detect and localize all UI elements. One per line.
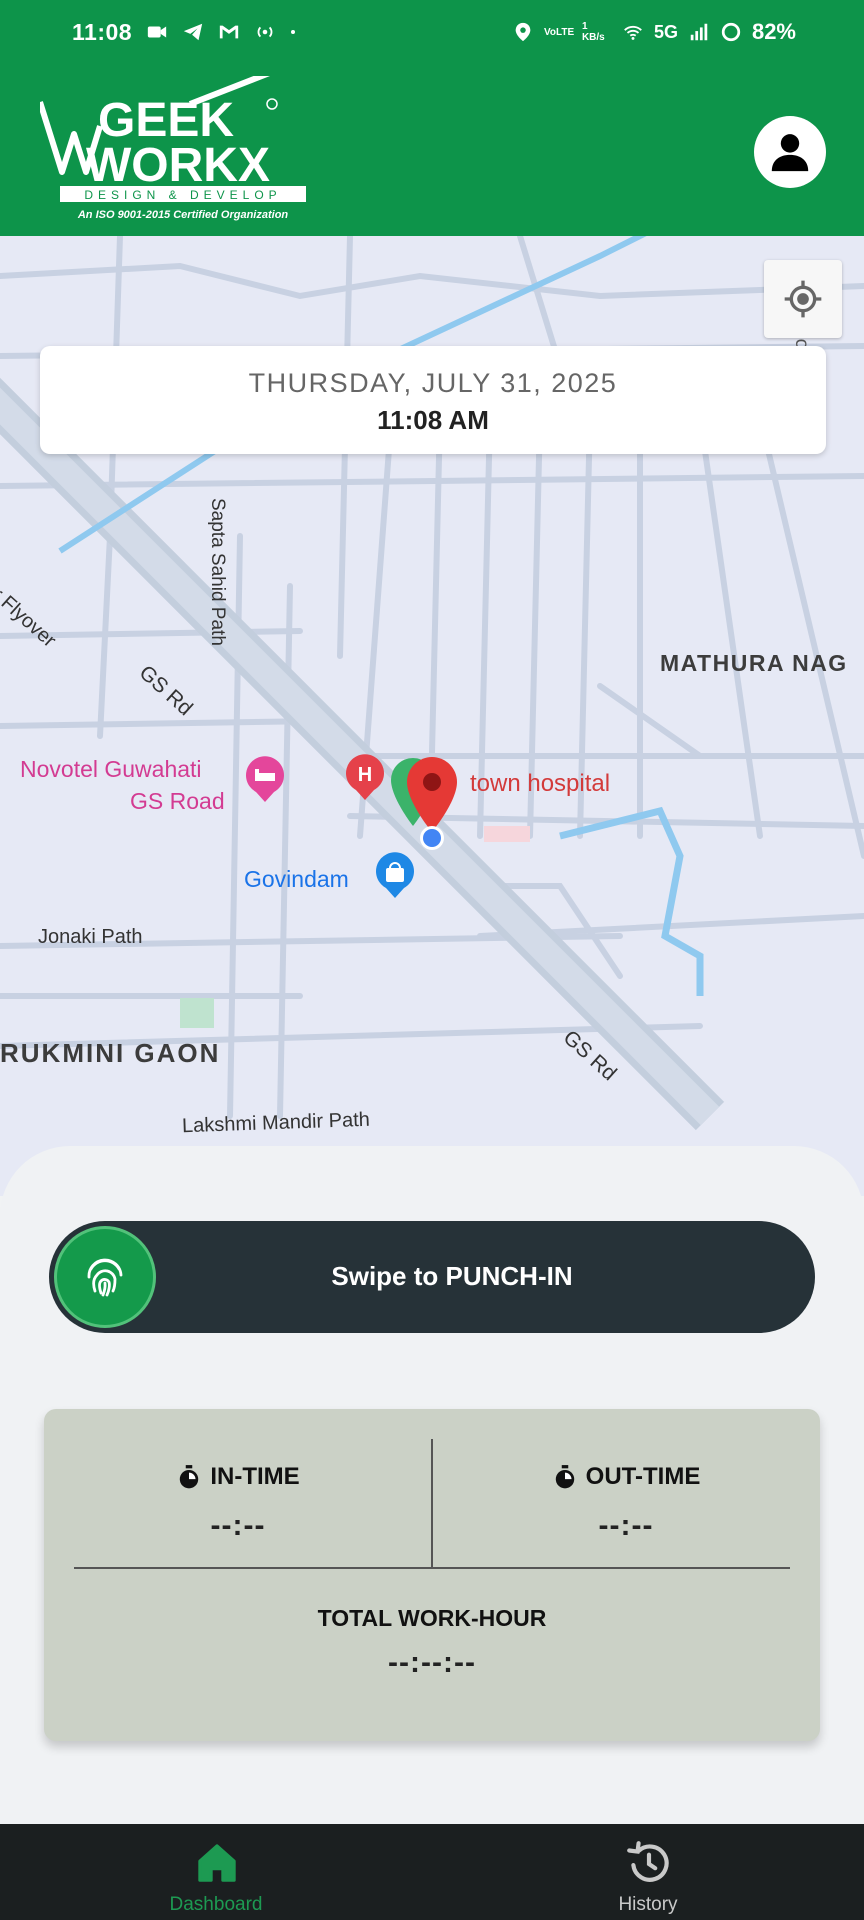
geekworkx-logo: GEEK WORKX DESIGN & DEVELOP An ISO 9001-… [40,76,306,221]
map-label-rukmini: RUKMINI GAON [0,1038,221,1068]
signal-bars-icon [690,23,708,41]
dot-icon [291,30,296,34]
wifi-signal-icon [624,26,642,40]
nav-history[interactable]: History [548,1824,748,1920]
total-work-value: --:--:-- [388,1646,476,1679]
logo-cert: An ISO 9001-2015 Certified Organization [77,209,289,221]
timer-icon [555,1465,574,1489]
telegram-icon [183,23,203,41]
hotel-marker-icon[interactable] [244,756,286,804]
map-label-novotel-1: Novotel Guwahati [20,756,202,782]
app-header: GEEK WORKX DESIGN & DEVELOP An ISO 9001-… [0,64,864,236]
battery-percent: 82% [751,19,796,44]
location-icon [515,22,531,42]
history-icon [627,1841,669,1882]
nav-dashboard[interactable]: Dashboard [116,1824,316,1920]
logo-line2: WORKX [86,139,270,192]
swipe-punch-in-slider[interactable]: Swipe to PUNCH-IN [49,1221,815,1333]
nav-history-label: History [618,1894,678,1915]
timer-icon [180,1465,199,1489]
map-label-mathura: MATHURA NAG [660,650,848,676]
crosshair-icon [784,280,822,318]
gmail-icon [219,25,239,39]
in-time-value: --:-- [210,1509,266,1542]
map-label-town-hospital: town hospital [470,770,611,797]
total-work-section: TOTAL WORK-HOUR --:--:-- [44,1605,820,1680]
current-date: THURSDAY, JULY 31, 2025 [248,368,618,398]
current-location-dot-icon [420,826,444,850]
out-time-label: OUT-TIME [585,1463,701,1490]
net-speed: 1 KB/s [581,21,605,43]
swipe-label: Swipe to PUNCH-IN [331,1261,573,1291]
map-label-govindam: Govindam [244,866,349,892]
svg-text:H: H [358,764,372,786]
logo-tagline: DESIGN & DEVELOP [84,188,281,202]
bottom-navigation: Dashboard History [0,1824,864,1920]
in-time-label: IN-TIME [210,1463,300,1490]
date-time-card: THURSDAY, JULY 31, 2025 11:08 AM [40,346,826,454]
home-icon [198,1844,236,1882]
map-label-sapta: Sapta Sahid Path [207,498,228,646]
red-location-pin-icon [407,757,457,832]
hospital-marker-icon[interactable]: H [344,754,386,802]
attendance-card: IN-TIME --:-- OUT-TIME --:-- TOTAL WORK-… [44,1409,820,1741]
my-location-button[interactable] [764,260,842,338]
hotspot-icon [257,26,273,38]
status-time: 11:08 [72,18,133,45]
out-time-value: --:-- [598,1509,654,1542]
video-icon [147,26,167,38]
user-avatar-icon [771,134,809,172]
in-time-section: IN-TIME --:-- [44,1409,432,1543]
row-divider [74,1567,790,1569]
current-time: 11:08 AM [377,405,489,435]
volte-indicator: VoLTE [543,26,575,38]
battery-icon [721,22,741,42]
nav-dashboard-label: Dashboard [169,1894,263,1915]
map-label-novotel-2: GS Road [130,788,225,814]
shopping-marker-icon[interactable] [374,852,416,900]
out-time-section: OUT-TIME --:-- [432,1409,820,1543]
profile-button[interactable] [754,116,826,188]
status-bar: 11:08 VoLTE 1 KB/s 5G 82% [0,0,864,64]
network-type: 5G [653,21,678,42]
total-work-label: TOTAL WORK-HOUR [317,1605,547,1631]
map-label-jonaki: Jonaki Path [38,926,143,948]
